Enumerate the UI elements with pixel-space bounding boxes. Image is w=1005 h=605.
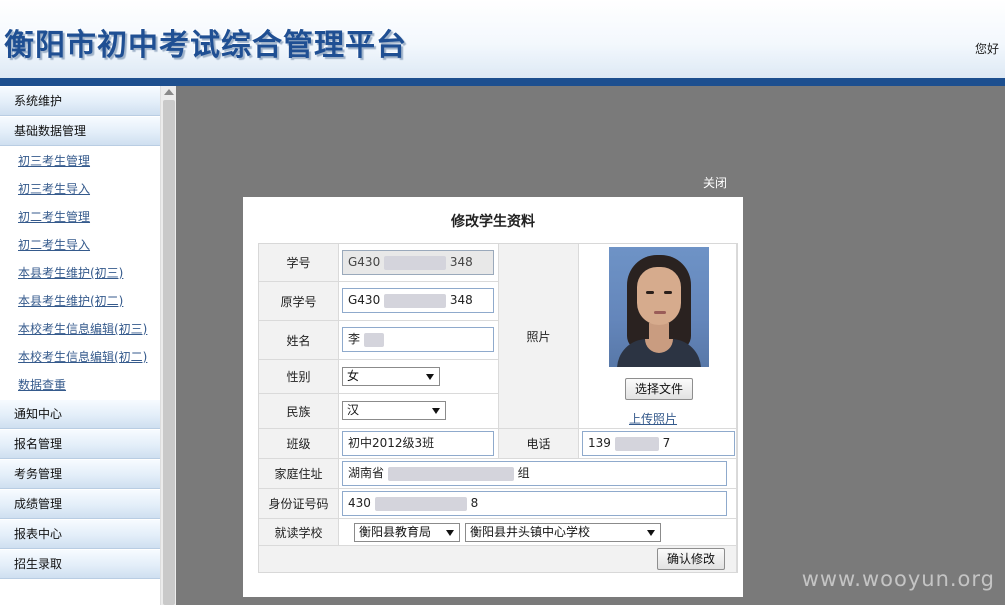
- menu-section-notices[interactable]: 通知中心: [0, 400, 160, 429]
- menu-item-school-grade9[interactable]: 本校考生信息编辑(初三): [0, 315, 160, 343]
- name-label: 姓名: [259, 321, 339, 360]
- chevron-down-icon: [647, 530, 655, 536]
- greeting-text: 您好: [974, 42, 999, 56]
- phone-cell: 139 7: [579, 429, 737, 459]
- edit-student-dialog: 修改学生资料 学号 G430 348 原学号 G430 348 姓名 李 性别 …: [243, 197, 743, 597]
- choose-file-button[interactable]: 选择文件: [625, 378, 693, 400]
- school-select[interactable]: 衡阳县井头镇中心学校: [465, 523, 661, 542]
- student-no-label: 学号: [259, 244, 339, 282]
- sidebar: 系统维护 基础数据管理 初三考生管理 初三考生导入 初二考生管理 初二考生导入 …: [0, 86, 176, 605]
- redaction-blur: [374, 496, 467, 511]
- redaction-blur: [387, 466, 514, 481]
- page-header: 衡阳市初中考试综合管理平台 您好: [0, 0, 1005, 80]
- gender-label: 性别: [259, 360, 339, 394]
- name-cell: 李: [339, 321, 499, 360]
- menu-item-dedup[interactable]: 数据查重: [0, 371, 160, 399]
- chevron-down-icon: [432, 408, 440, 414]
- header-divider-bar: [0, 78, 1005, 86]
- class-input[interactable]: 初中2012级3班: [342, 431, 494, 456]
- redaction-blur: [363, 332, 384, 347]
- student-no-input[interactable]: G430 348: [342, 250, 494, 275]
- redaction-blur: [614, 436, 659, 451]
- chevron-down-icon: [426, 374, 434, 380]
- sidebar-scrollbar[interactable]: [160, 86, 176, 605]
- dialog-close-link[interactable]: 关闭: [703, 174, 727, 191]
- phone-label: 电话: [499, 429, 579, 459]
- original-no-cell: G430 348: [339, 282, 499, 321]
- scrollbar-thumb[interactable]: [163, 100, 175, 605]
- address-cell: 湖南省 组: [339, 459, 737, 489]
- education-bureau-select[interactable]: 衡阳县教育局: [354, 523, 460, 542]
- photo-label: 照片: [499, 244, 579, 429]
- menu-section-system[interactable]: 系统维护: [0, 87, 160, 116]
- dialog-title: 修改学生资料: [451, 214, 535, 230]
- student-photo: [609, 247, 709, 367]
- chevron-down-icon: [446, 530, 454, 536]
- original-no-input[interactable]: G430 348: [342, 288, 494, 313]
- confirm-edit-button[interactable]: 确认修改: [657, 548, 725, 570]
- app-title: 衡阳市初中考试综合管理平台: [4, 28, 407, 63]
- class-label: 班级: [259, 429, 339, 459]
- ethnicity-select[interactable]: 汉: [342, 401, 446, 420]
- menu-item-grade9-students[interactable]: 初三考生管理: [0, 147, 160, 175]
- watermark-text: www.wooyun.org: [801, 567, 995, 591]
- scroll-up-icon[interactable]: [164, 89, 174, 95]
- menu-item-grade9-import[interactable]: 初三考生导入: [0, 175, 160, 203]
- school-label: 就读学校: [259, 519, 339, 546]
- menu-item-county-grade9[interactable]: 本县考生维护(初三): [0, 259, 160, 287]
- menu-item-county-grade8[interactable]: 本县考生维护(初二): [0, 287, 160, 315]
- school-cell: 衡阳县教育局 衡阳县井头镇中心学校: [339, 519, 737, 546]
- menu-item-grade8-students[interactable]: 初二考生管理: [0, 203, 160, 231]
- id-card-label: 身份证号码: [259, 489, 339, 519]
- redaction-blur: [384, 255, 447, 270]
- menu-section-registration[interactable]: 报名管理: [0, 430, 160, 459]
- menu-item-grade8-import[interactable]: 初二考生导入: [0, 231, 160, 259]
- confirm-row: 确认修改: [259, 546, 737, 572]
- gender-cell: 女: [339, 360, 499, 394]
- redaction-blur: [384, 293, 447, 308]
- address-label: 家庭住址: [259, 459, 339, 489]
- id-card-cell: 430 8: [339, 489, 737, 519]
- gender-select[interactable]: 女: [342, 367, 440, 386]
- upload-photo-link[interactable]: 上传照片: [629, 410, 677, 427]
- sidebar-menu: 系统维护 基础数据管理 初三考生管理 初三考生导入 初二考生管理 初二考生导入 …: [0, 86, 160, 605]
- id-card-input[interactable]: 430 8: [342, 491, 727, 516]
- menu-section-basic-data[interactable]: 基础数据管理: [0, 117, 160, 146]
- class-cell: 初中2012级3班: [339, 429, 499, 459]
- address-input[interactable]: 湖南省 组: [342, 461, 727, 486]
- ethnicity-label: 民族: [259, 394, 339, 429]
- menu-section-exam-affairs[interactable]: 考务管理: [0, 460, 160, 489]
- phone-input[interactable]: 139 7: [582, 431, 735, 456]
- original-no-label: 原学号: [259, 282, 339, 321]
- menu-item-school-grade8[interactable]: 本校考生信息编辑(初二): [0, 343, 160, 371]
- menu-section-reports[interactable]: 报表中心: [0, 520, 160, 549]
- menu-section-scores[interactable]: 成绩管理: [0, 490, 160, 519]
- user-greeting: 您好: [975, 40, 999, 57]
- student-form: 学号 G430 348 原学号 G430 348 姓名 李 性别 女 民族 汉 …: [258, 243, 738, 573]
- ethnicity-cell: 汉: [339, 394, 499, 429]
- name-input[interactable]: 李: [342, 327, 494, 352]
- menu-section-admission[interactable]: 招生录取: [0, 550, 160, 579]
- student-no-cell: G430 348: [339, 244, 499, 282]
